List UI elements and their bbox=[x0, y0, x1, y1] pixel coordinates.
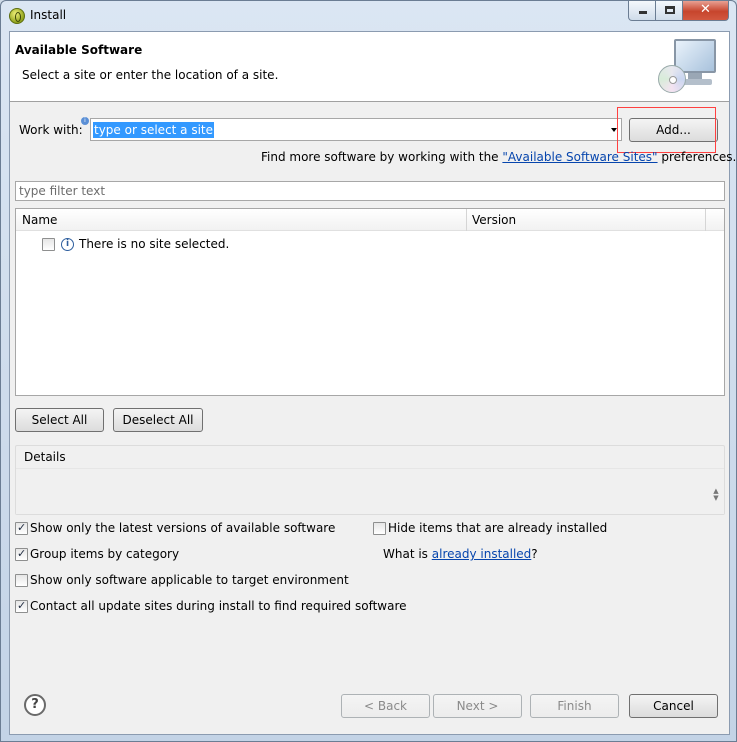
column-name[interactable]: Name bbox=[22, 213, 57, 227]
minimize-icon bbox=[639, 11, 647, 14]
title-bar[interactable]: Install ✕ bbox=[1, 1, 736, 31]
latest-versions-checkbox[interactable] bbox=[15, 521, 28, 535]
minimize-button[interactable] bbox=[628, 1, 656, 21]
cancel-button[interactable]: Cancel bbox=[629, 694, 718, 718]
work-with-label: Work with: bbox=[19, 123, 83, 137]
back-button[interactable]: < Back bbox=[341, 694, 430, 718]
row-checkbox[interactable] bbox=[42, 238, 55, 251]
details-group: Details ▲ ▼ bbox=[15, 445, 725, 515]
details-scroll-arrows-icon[interactable]: ▲ ▼ bbox=[712, 488, 720, 502]
cd-icon bbox=[658, 65, 686, 93]
filter-input[interactable]: type filter text bbox=[15, 181, 725, 201]
window-title: Install bbox=[30, 8, 67, 22]
maximize-button[interactable] bbox=[655, 1, 683, 21]
page-description: Select a site or enter the location of a… bbox=[22, 68, 279, 82]
info-icon: i bbox=[61, 238, 74, 251]
install-window: Install ✕ Available Software Select a si… bbox=[0, 0, 737, 742]
work-with-combo[interactable]: type or select a site bbox=[90, 118, 622, 141]
help-icon[interactable]: ? bbox=[24, 694, 46, 716]
highlight-box bbox=[617, 107, 716, 153]
table-header: Name Version bbox=[16, 209, 724, 231]
eclipse-app-icon bbox=[9, 8, 25, 24]
wizard-header: Available Software Select a site or ente… bbox=[10, 32, 729, 102]
maximize-icon bbox=[665, 6, 675, 14]
details-text-area[interactable]: ▲ ▼ bbox=[16, 468, 724, 514]
details-label: Details bbox=[24, 450, 66, 464]
close-button[interactable]: ✕ bbox=[682, 1, 729, 21]
what-is-installed-text: What is already installed? bbox=[383, 547, 538, 561]
hide-installed-checkbox[interactable] bbox=[373, 522, 386, 535]
next-button[interactable]: Next > bbox=[433, 694, 522, 718]
select-all-button[interactable]: Select All bbox=[15, 408, 104, 432]
install-banner-icon bbox=[658, 37, 720, 95]
info-decoration-icon: i bbox=[81, 117, 89, 125]
software-table[interactable]: Name Version i There is no site selected… bbox=[15, 208, 725, 396]
column-version[interactable]: Version bbox=[472, 213, 516, 227]
dialog-body: Available Software Select a site or ente… bbox=[9, 31, 736, 735]
finish-button[interactable]: Finish bbox=[530, 694, 619, 718]
preferences-hint: Find more software by working with the "… bbox=[261, 150, 737, 164]
close-icon: ✕ bbox=[700, 2, 711, 17]
row-text: There is no site selected. bbox=[79, 237, 230, 251]
page-title: Available Software bbox=[15, 43, 143, 57]
group-by-category-checkbox[interactable] bbox=[15, 547, 28, 561]
available-software-sites-link[interactable]: "Available Software Sites" bbox=[502, 150, 657, 164]
work-with-value[interactable]: type or select a site bbox=[93, 122, 215, 138]
already-installed-link[interactable]: already installed bbox=[432, 547, 532, 561]
contact-sites-checkbox[interactable] bbox=[15, 599, 28, 613]
deselect-all-button[interactable]: Deselect All bbox=[113, 408, 203, 432]
applicable-only-checkbox[interactable] bbox=[15, 574, 28, 587]
